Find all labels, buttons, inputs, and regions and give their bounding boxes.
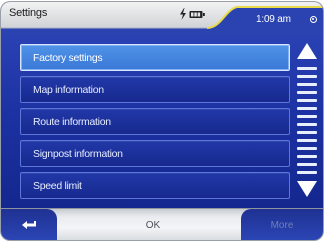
menu-item-label: Map information: [33, 84, 104, 96]
device-screen: Settings 1:09 am Factory settings Map in…: [1, 2, 323, 240]
battery-icon: [189, 10, 205, 18]
scroll-tick: [297, 83, 317, 86]
scroll-tick: [297, 171, 317, 174]
menu-item-label: Route information: [33, 116, 111, 128]
menu-item-route-information[interactable]: Route information: [20, 108, 290, 135]
charging-icon: [180, 8, 186, 20]
status-icons: [179, 8, 205, 20]
settings-list: Factory settings Map information Route i…: [20, 44, 290, 204]
menu-item-factory-settings[interactable]: Factory settings: [20, 44, 290, 71]
menu-item-signpost-information[interactable]: Signpost information: [20, 140, 290, 167]
scroll-down-button[interactable]: [296, 180, 318, 198]
menu-item-map-information[interactable]: Map information: [20, 76, 290, 103]
scroll-tick: [297, 107, 317, 110]
scroll-tick: [297, 147, 317, 150]
scroll-tick: [297, 115, 317, 118]
gps-icon: [310, 16, 317, 23]
page-title: Settings: [9, 7, 48, 19]
menu-item-speed-limit[interactable]: Speed limit: [20, 172, 290, 199]
scroll-track[interactable]: [297, 67, 317, 175]
scroll-tick: [297, 155, 317, 158]
menu-item-label: Signpost information: [33, 148, 123, 160]
scroll-tick: [297, 67, 317, 70]
menu-item-label: Speed limit: [33, 180, 82, 192]
scrollbar[interactable]: [294, 38, 320, 206]
scroll-tick: [297, 99, 317, 102]
scroll-tick: [297, 75, 317, 78]
clock: 1:09 am: [256, 14, 291, 25]
ok-button-label: OK: [145, 219, 161, 231]
settings-menu-area: Factory settings Map information Route i…: [1, 36, 323, 208]
ok-button[interactable]: OK: [57, 209, 249, 240]
more-button-label: More: [270, 219, 294, 231]
bottom-toolbar: OK More: [1, 208, 323, 240]
scroll-tick: [297, 139, 317, 142]
scroll-tick: [297, 91, 317, 94]
scroll-up-button[interactable]: [296, 42, 318, 60]
scroll-tick: [297, 131, 317, 134]
back-arrow-icon: [22, 221, 36, 229]
scroll-tick: [297, 123, 317, 126]
menu-item-label: Factory settings: [33, 52, 103, 64]
scroll-tick: [297, 163, 317, 166]
more-button[interactable]: More: [241, 209, 323, 240]
back-button[interactable]: [1, 209, 57, 240]
